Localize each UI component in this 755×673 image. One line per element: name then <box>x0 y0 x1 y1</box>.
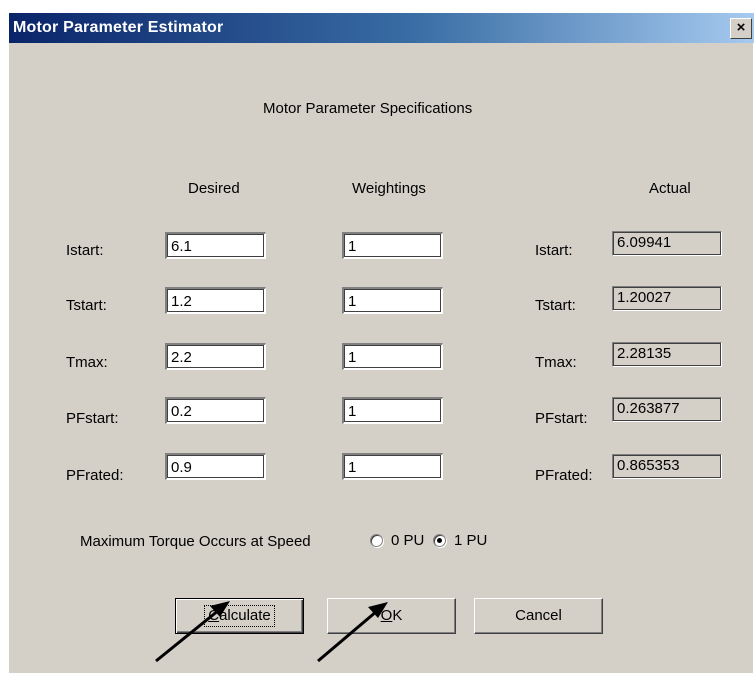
arrow-icon <box>317 602 388 663</box>
arrow-icon <box>155 601 230 663</box>
annotation-arrows <box>155 601 388 663</box>
